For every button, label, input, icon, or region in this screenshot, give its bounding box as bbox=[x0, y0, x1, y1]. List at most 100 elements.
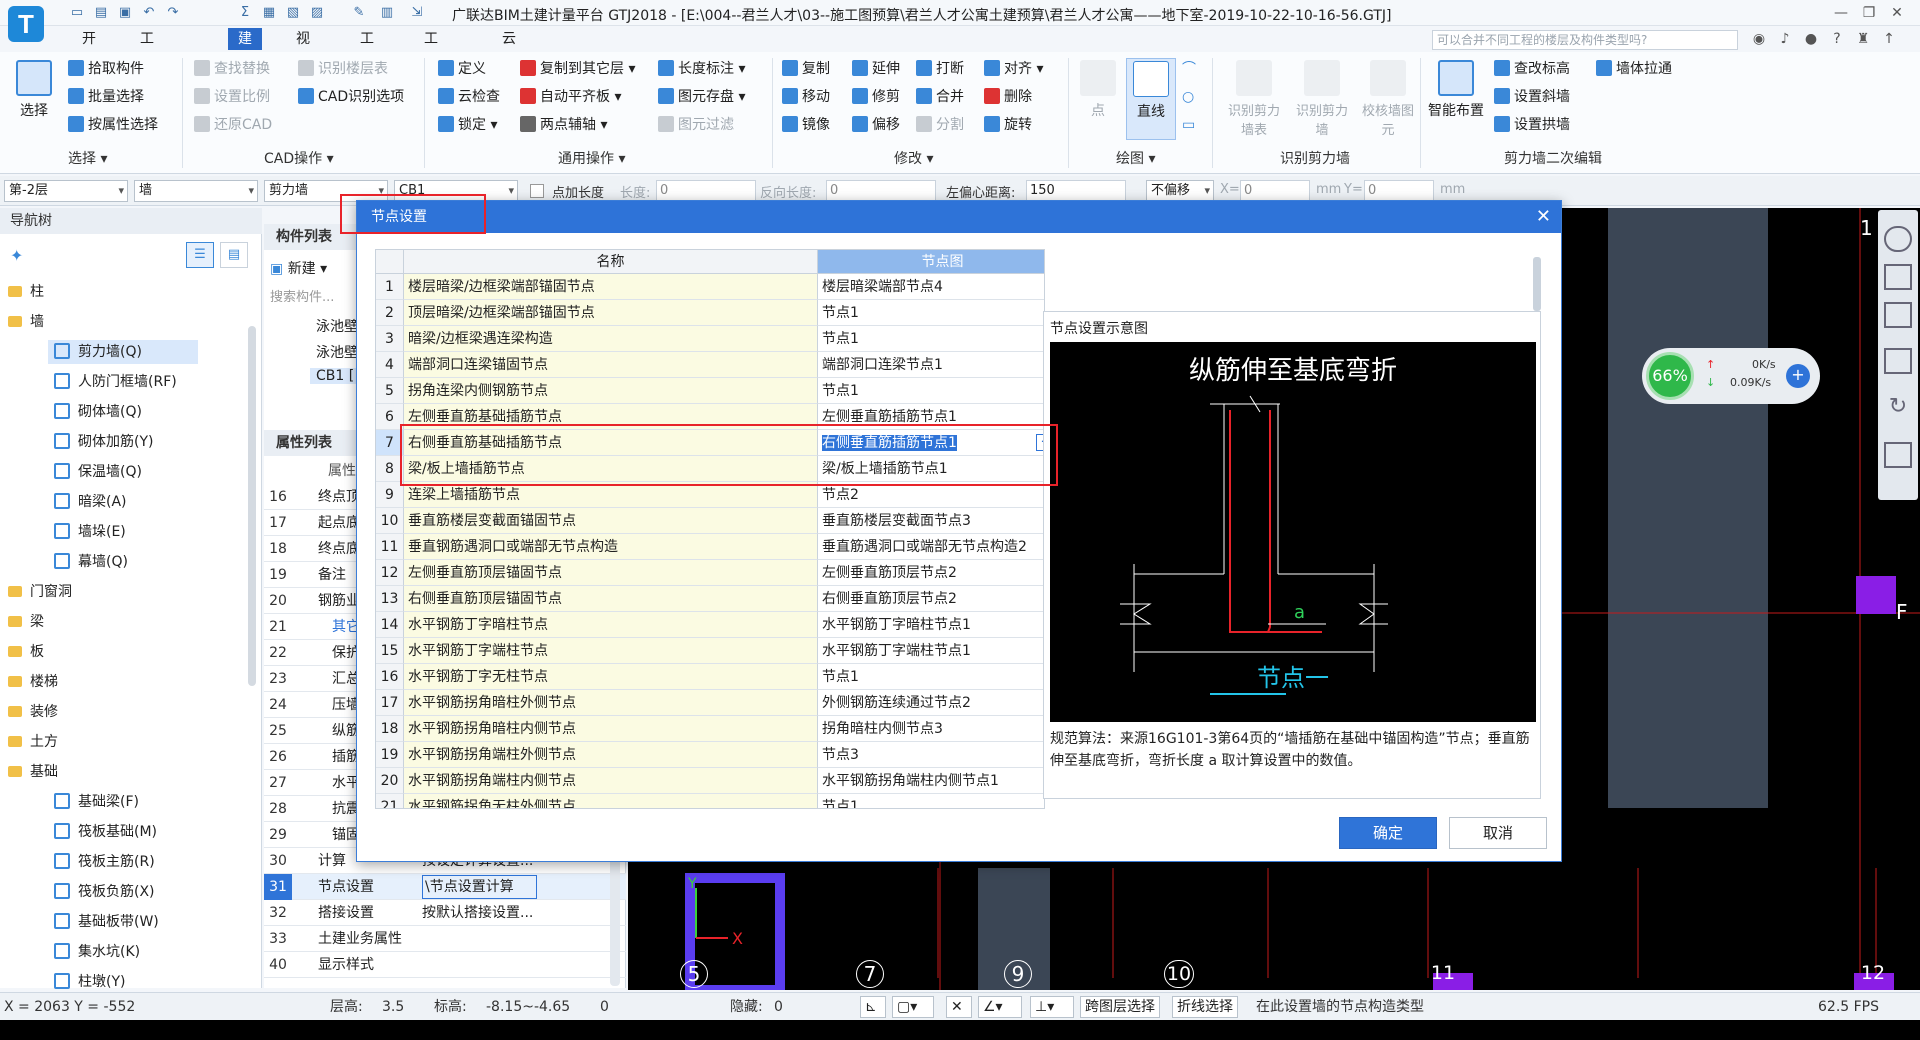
nav-folder[interactable]: 装修 bbox=[8, 700, 58, 724]
select-group-label[interactable]: 选择 ▾ bbox=[68, 148, 107, 168]
edit-elevation-button[interactable]: 查改标高 bbox=[1494, 58, 1570, 80]
offset-button[interactable]: 偏移 bbox=[852, 114, 900, 136]
element-filter-button[interactable]: 图元过滤 bbox=[658, 114, 734, 136]
recognize-floor-table-button[interactable]: 识别楼层表 bbox=[298, 58, 388, 80]
trim-button[interactable]: 修剪 bbox=[852, 86, 900, 108]
arc-icon[interactable]: ⌒ bbox=[1182, 58, 1202, 80]
node-row[interactable]: 5 拐角连梁内侧钢筋节点 节点1 bbox=[376, 378, 1044, 404]
restore-cad-button[interactable]: 还原CAD bbox=[194, 114, 272, 136]
cad-group-label[interactable]: CAD操作 ▾ bbox=[264, 148, 334, 168]
move-button[interactable]: 移动 bbox=[782, 86, 830, 108]
copy-to-floor-button[interactable]: 复制到其它层 ▾ bbox=[520, 58, 635, 80]
modify-group-label[interactable]: 修改 ▾ bbox=[894, 148, 933, 168]
nav-folder[interactable]: 土方 bbox=[8, 730, 58, 754]
nav-item[interactable]: 人防门框墙(RF) bbox=[54, 370, 177, 394]
nav-scrollbar[interactable] bbox=[248, 326, 256, 686]
recognize-wall-table-button[interactable]: 识别剪力墙表 bbox=[1224, 60, 1284, 138]
component-search-input[interactable]: 搜索构件... bbox=[270, 286, 334, 305]
node-row-value[interactable]: 节点1 bbox=[818, 300, 1044, 326]
smart-layout-button[interactable]: 智能布置 bbox=[1424, 60, 1488, 120]
cross-floor-select-button[interactable]: 跨图层选择 bbox=[1080, 996, 1160, 1018]
mirror-button[interactable]: 镜像 bbox=[782, 114, 830, 136]
new-component-button[interactable]: ▣ 新建 ▾ bbox=[270, 258, 327, 278]
copy-button[interactable]: 复制 bbox=[782, 58, 830, 80]
help-search-input[interactable]: 可以合并不同工程的楼层及构件类型吗? bbox=[1432, 30, 1738, 50]
find-replace-button[interactable]: 查找替换 bbox=[194, 58, 270, 80]
help-icon[interactable]: ? bbox=[1824, 28, 1850, 50]
maximize-icon[interactable]: ❐ bbox=[1856, 2, 1882, 24]
node-row[interactable]: 8 梁/板上墙插筋节点 梁/板上墙插筋节点1 bbox=[376, 456, 1044, 482]
node-row[interactable]: 14 水平钢筋丁字暗柱节点 水平钢筋丁字暗柱节点1 bbox=[376, 612, 1044, 638]
node-row[interactable]: 19 水平钢筋拐角端柱外侧节点 节点3 bbox=[376, 742, 1044, 768]
view-cube-icon[interactable] bbox=[1884, 348, 1912, 374]
property-row[interactable]: 40 显示样式 bbox=[264, 952, 626, 978]
layer-icon[interactable] bbox=[1884, 442, 1912, 468]
node-row[interactable]: 9 连梁上墙插筋节点 节点2 bbox=[376, 482, 1044, 508]
tab-start[interactable]: 开始 bbox=[72, 28, 106, 69]
nav-item[interactable]: 墙垛(E) bbox=[54, 520, 126, 544]
ortho-icon[interactable]: ⊾ bbox=[860, 996, 886, 1018]
node-row[interactable]: 15 水平钢筋丁字端柱节点 水平钢筋丁字端柱节点1 bbox=[376, 638, 1044, 664]
view-3d-icon[interactable] bbox=[1884, 264, 1912, 290]
node-row-value[interactable]: 外侧钢筋连续通过节点2 bbox=[818, 690, 1044, 716]
node-row[interactable]: 20 水平钢筋拐角端柱内侧节点 水平钢筋拐角端柱内侧节点1 bbox=[376, 768, 1044, 794]
line-button[interactable]: 直线 bbox=[1126, 58, 1176, 140]
split-button[interactable]: 分割 bbox=[916, 114, 964, 136]
node-row[interactable]: 17 水平钢筋拐角暗柱外侧节点 外侧钢筋连续通过节点2 bbox=[376, 690, 1044, 716]
select-by-attr-button[interactable]: 按属性选择 bbox=[68, 114, 158, 136]
point-button[interactable]: 点 bbox=[1080, 60, 1116, 120]
expand-icon[interactable]: + bbox=[1786, 364, 1810, 388]
node-row-value[interactable]: 水平钢筋拐角端柱内侧节点1 bbox=[818, 768, 1044, 794]
node-row[interactable]: 1 楼层暗梁/边框梁端部锚固节点 楼层暗梁端部节点4 bbox=[376, 274, 1044, 300]
nav-folder[interactable]: 门窗洞 bbox=[8, 580, 72, 604]
export-icon[interactable]: ⇲ bbox=[408, 4, 426, 22]
merge-button[interactable]: 合并 bbox=[916, 86, 964, 108]
dynamic-input-icon[interactable]: ⊥▾ bbox=[1030, 996, 1074, 1018]
x-input[interactable]: 0 bbox=[1240, 180, 1310, 202]
cloud-check-button[interactable]: 云检查 bbox=[438, 86, 500, 108]
node-row-value[interactable]: 节点1 bbox=[818, 326, 1044, 352]
property-row[interactable]: 32 搭接设置 按默认搭接设置... bbox=[264, 900, 626, 926]
node-row-value[interactable]: 垂直筋楼层变截面节点3 bbox=[818, 508, 1044, 534]
rect-icon[interactable]: ▭ bbox=[1182, 114, 1202, 136]
batch-select-button[interactable]: 批量选择 bbox=[68, 86, 144, 108]
property-value[interactable]: \节点设置计算 bbox=[422, 875, 537, 899]
component-select[interactable]: CB1 bbox=[394, 180, 518, 202]
component-item-selected[interactable]: CB1 [ bbox=[310, 368, 361, 384]
length-dimension-button[interactable]: 长度标注 ▾ bbox=[658, 58, 745, 80]
node-row[interactable]: 18 水平钢筋拐角暗柱内侧节点 拐角暗柱内侧节点3 bbox=[376, 716, 1044, 742]
recognize-wall-button[interactable]: 识别剪力墙 bbox=[1292, 60, 1352, 138]
align-button[interactable]: 对齐 ▾ bbox=[984, 58, 1043, 80]
nav-item[interactable]: 基础梁(F) bbox=[54, 790, 139, 814]
grid-view-icon[interactable]: ▤ bbox=[220, 242, 248, 268]
chat-icon[interactable]: ● bbox=[1798, 28, 1824, 50]
nav-item[interactable]: 筏板负筋(X) bbox=[54, 880, 155, 904]
select-button[interactable]: 选择 bbox=[12, 60, 56, 120]
property-row[interactable]: 33 土建业务属性 bbox=[264, 926, 626, 952]
define-button[interactable]: 定义 bbox=[438, 58, 486, 80]
tab-project-settings[interactable]: 工程设置 bbox=[130, 28, 164, 113]
node-row-value[interactable]: 节点3 bbox=[818, 742, 1044, 768]
save-icon[interactable]: ▣ bbox=[116, 4, 134, 22]
general-group-label[interactable]: 通用操作 ▾ bbox=[558, 148, 625, 168]
node-row[interactable]: 16 水平钢筋丁字无柱节点 节点1 bbox=[376, 664, 1044, 690]
nav-item[interactable]: 幕墙(Q) bbox=[54, 550, 128, 574]
ok-button[interactable]: 确定 bbox=[1339, 817, 1437, 849]
open-icon[interactable]: ▤ bbox=[92, 4, 110, 22]
undo-icon[interactable]: ↶ bbox=[140, 4, 158, 22]
redo-icon[interactable]: ↷ bbox=[164, 4, 182, 22]
nav-item[interactable]: 集水坑(K) bbox=[54, 940, 140, 964]
auto-flush-slab-button[interactable]: 自动平齐板 ▾ bbox=[520, 86, 621, 108]
break-button[interactable]: 打断 bbox=[916, 58, 964, 80]
rotate-button[interactable]: 旋转 bbox=[984, 114, 1032, 136]
node-row[interactable]: 11 垂直钢筋遇洞口或端部无节点构造 垂直筋遇洞口或端部无节点构造2 bbox=[376, 534, 1044, 560]
circle-icon[interactable]: ○ bbox=[1182, 86, 1202, 108]
cross-icon[interactable]: ✕ bbox=[946, 996, 972, 1018]
print-icon[interactable]: ▧ bbox=[284, 4, 302, 22]
nav-item[interactable]: 剪力墙(Q) bbox=[48, 340, 198, 364]
tab-view[interactable]: 视图 bbox=[286, 28, 320, 69]
two-point-axis-button[interactable]: 两点辅轴 ▾ bbox=[520, 114, 607, 136]
pen-icon[interactable]: ✎ bbox=[350, 4, 368, 22]
cad-options-button[interactable]: CAD识别选项 bbox=[298, 86, 404, 108]
set-scale-button[interactable]: 设置比例 bbox=[194, 86, 270, 108]
